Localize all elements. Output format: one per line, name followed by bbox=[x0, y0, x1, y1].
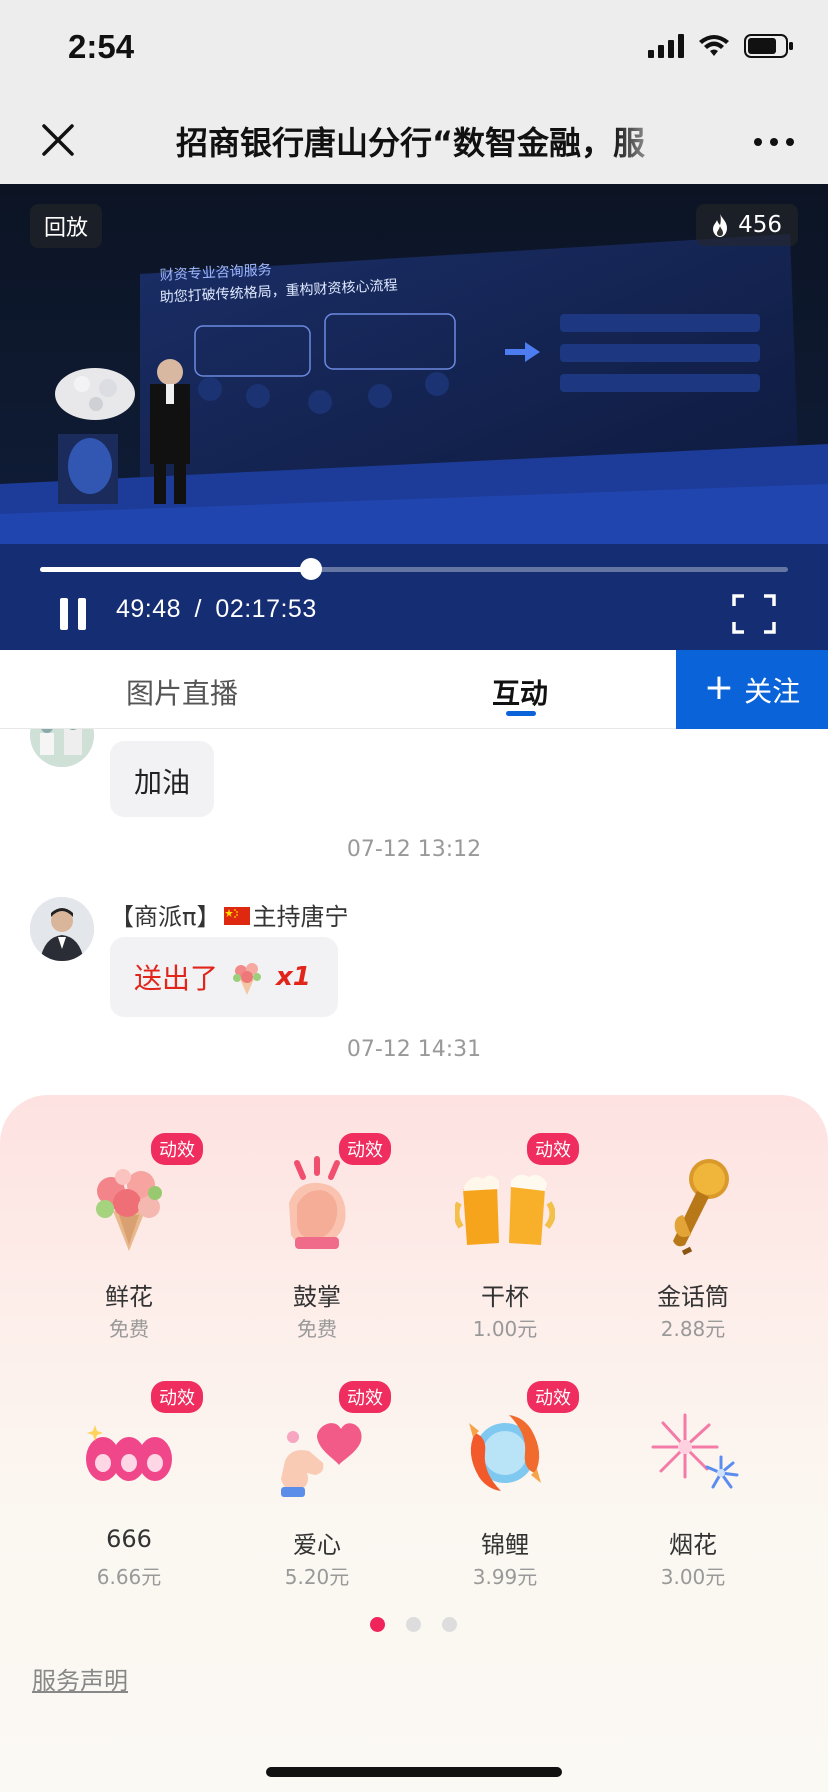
chat-timestamp: 07-12 13:12 bbox=[346, 837, 482, 862]
page-dot[interactable] bbox=[442, 1617, 457, 1632]
gift-price: 免费 bbox=[297, 1317, 337, 1341]
chat-message-text: 加油 bbox=[134, 766, 191, 799]
nav-bar: 招商银行唐山分行“数智金融，服 bbox=[0, 100, 828, 184]
gift-name: 烟花 bbox=[669, 1531, 717, 1559]
total-time: 02:17:53 bbox=[215, 595, 317, 623]
popularity-badge: 456 bbox=[696, 204, 798, 246]
animated-badge: 动效 bbox=[527, 1133, 579, 1165]
fireworks-icon bbox=[651, 1413, 739, 1489]
follow-label: 关注 bbox=[744, 674, 801, 708]
gift-price: 5.20元 bbox=[284, 1565, 350, 1589]
beer-mugs-icon bbox=[455, 1174, 555, 1245]
animated-badge: 动效 bbox=[339, 1133, 391, 1165]
gift-name: 干杯 bbox=[481, 1283, 529, 1311]
animated-badge: 动效 bbox=[151, 1381, 203, 1413]
close-icon[interactable] bbox=[38, 120, 78, 160]
progress-fill bbox=[40, 567, 312, 572]
status-bar: 2:54 bbox=[0, 0, 828, 100]
time-readout: 49:48 / 02:17:53 bbox=[116, 595, 317, 624]
animated-badge: 动效 bbox=[527, 1381, 579, 1413]
gift-price: 免费 bbox=[109, 1317, 149, 1341]
tab-interaction[interactable]: 互动 bbox=[492, 672, 548, 712]
gift-price: 3.00元 bbox=[660, 1565, 726, 1589]
bouquet-icon bbox=[233, 963, 262, 995]
flame-icon bbox=[713, 213, 728, 237]
gift-price: 6.66元 bbox=[96, 1565, 162, 1589]
chat-bubble: 加油 bbox=[110, 741, 214, 817]
china-flag-icon bbox=[224, 907, 251, 925]
signal-icon bbox=[648, 34, 684, 58]
tab-photo-live[interactable]: 图片直播 bbox=[126, 672, 238, 712]
username-prefix: 【商派π】 bbox=[110, 903, 221, 931]
page-title: 招商银行唐山分行“数智金融，服 bbox=[176, 124, 646, 162]
wifi-icon bbox=[699, 35, 729, 56]
chat-username: 【商派π】 主持唐宁 bbox=[110, 897, 348, 932]
video-player[interactable]: 财资专业咨询服务 助您打破传统格局，重构财资核心流程 回放 456 49:48 … bbox=[0, 184, 828, 650]
progress-bar[interactable] bbox=[40, 558, 788, 580]
bouquet-icon bbox=[96, 1169, 162, 1251]
username-suffix: 主持唐宁 bbox=[252, 903, 349, 931]
animated-badge: 动效 bbox=[339, 1381, 391, 1413]
chat-list[interactable]: 加油 07-12 13:12 【商派π】 主持唐宁 送出了 x1 07-12 14… bbox=[0, 729, 828, 1095]
service-statement-link[interactable]: 服务声明 bbox=[32, 1661, 128, 1696]
gift-name: 鼓掌 bbox=[293, 1283, 341, 1311]
status-icons bbox=[648, 34, 794, 58]
battery-icon bbox=[744, 34, 793, 58]
avatar[interactable] bbox=[30, 897, 94, 961]
gift-name: 金话筒 bbox=[657, 1283, 729, 1311]
page-indicator bbox=[370, 1617, 457, 1632]
avatar-image bbox=[30, 897, 94, 961]
koi-fish-icon bbox=[469, 1415, 541, 1491]
gift-name: 爱心 bbox=[293, 1531, 341, 1559]
pause-icon[interactable] bbox=[58, 596, 88, 632]
status-time: 2:54 bbox=[68, 28, 135, 65]
popularity-count: 456 bbox=[738, 212, 782, 238]
clapping-hands-icon bbox=[289, 1156, 346, 1249]
video-frame: 财资专业咨询服务 助您打破传统格局，重构财资核心流程 bbox=[0, 184, 828, 650]
golden-microphone-icon bbox=[673, 1159, 729, 1255]
gift-message-text: 送出了 bbox=[134, 962, 219, 995]
fullscreen-icon[interactable] bbox=[732, 594, 776, 634]
page-dot[interactable] bbox=[370, 1617, 385, 1632]
page-dot[interactable] bbox=[406, 1617, 421, 1632]
replay-badge: 回放 bbox=[30, 204, 103, 248]
gift-panel: 动效 鲜花 免费 动效 鼓掌 免费 动效 干杯 1.00元 金话筒 2.88元 … bbox=[0, 1095, 828, 1792]
home-indicator bbox=[266, 1767, 562, 1777]
active-tab-indicator bbox=[506, 711, 536, 716]
gift-price: 3.99元 bbox=[472, 1565, 538, 1589]
gift-price: 2.88元 bbox=[660, 1317, 726, 1341]
tab-bar: 图片直播 互动 + 关注 bbox=[0, 650, 828, 729]
follow-button[interactable]: + 关注 bbox=[676, 650, 828, 729]
finger-heart-icon bbox=[281, 1423, 362, 1497]
gift-name: 666 bbox=[106, 1525, 152, 1553]
666-icon bbox=[86, 1425, 172, 1481]
gift-message-bubble: 送出了 x1 bbox=[110, 937, 338, 1017]
chat-timestamp: 07-12 14:31 bbox=[346, 1037, 482, 1062]
plus-icon: + bbox=[703, 666, 735, 708]
avatar[interactable] bbox=[30, 729, 94, 767]
gift-name: 锦鲤 bbox=[481, 1531, 529, 1559]
animated-badge: 动效 bbox=[151, 1133, 203, 1165]
more-icon[interactable] bbox=[752, 136, 796, 148]
time-separator: / bbox=[194, 595, 202, 623]
gift-price: 1.00元 bbox=[472, 1317, 538, 1341]
gift-count: x1 bbox=[276, 962, 311, 992]
current-time: 49:48 bbox=[116, 595, 182, 623]
gift-name: 鲜花 bbox=[105, 1283, 153, 1311]
avatar-image bbox=[30, 729, 94, 767]
